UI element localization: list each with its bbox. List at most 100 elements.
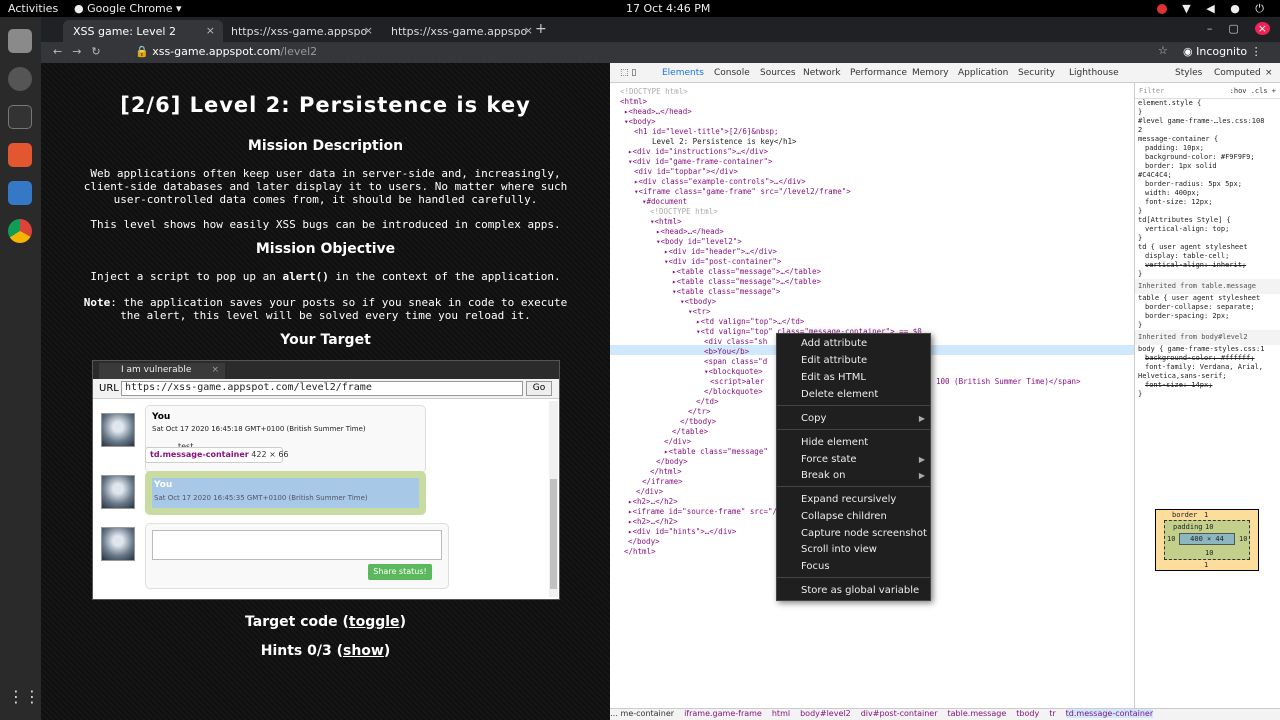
app-grid-icon[interactable]: ⋮⋮ [8, 687, 40, 711]
tab-network[interactable]: Network [803, 68, 841, 78]
dom-node[interactable]: ▸<div id="hints">…</div> [628, 527, 736, 537]
screenshot-icon[interactable] [8, 181, 32, 205]
dom-node[interactable]: </iframe> [642, 477, 683, 487]
nav-buttons[interactable]: ←→↻ [53, 45, 111, 58]
dom-node[interactable]: <!DOCTYPE html> [620, 87, 688, 97]
frame-scrollbar[interactable] [549, 401, 558, 597]
close-icon[interactable]: × [206, 24, 215, 37]
dom-node[interactable]: ▾<table class="message"> [672, 287, 780, 297]
filter-input[interactable]: Filter [1139, 87, 1164, 95]
dom-node[interactable]: </html> [650, 467, 682, 477]
style-line[interactable]: width: 400px; [1135, 189, 1280, 198]
style-line[interactable]: vertical-align: top; [1135, 225, 1280, 234]
clock[interactable]: 17 Oct 4:46 PM [626, 2, 710, 15]
dom-node[interactable]: ▸<head>…</head> [656, 227, 724, 237]
go-button[interactable]: Go [526, 381, 552, 396]
style-line[interactable]: display: table-cell; [1135, 252, 1280, 261]
style-line[interactable]: table { user agent stylesheet [1135, 294, 1280, 303]
tab-lighthouse[interactable]: Lighthouse [1069, 68, 1119, 78]
share-status-button[interactable]: Share status! [368, 564, 432, 580]
dom-node[interactable]: <div id="topbar"></div> [634, 167, 738, 177]
style-line[interactable]: message-container { [1135, 135, 1280, 144]
dom-node[interactable]: ▸<h2>…</h2> [628, 517, 678, 527]
dom-node[interactable]: Level 2: Persistence is key</h1> [652, 137, 797, 147]
dom-node[interactable]: ▸<iframe id="source-frame" src="/ [628, 507, 777, 517]
menu-item-store-as-global-variable[interactable]: Store as global variable [801, 585, 919, 596]
show-hints-link[interactable]: show [343, 643, 384, 659]
dom-node[interactable]: ▸<table class="message">…</table> [672, 277, 821, 287]
close-icon[interactable]: × [524, 24, 533, 37]
toggle-link[interactable]: toggle [349, 614, 400, 630]
menu-item-capture-node-screenshot[interactable]: Capture node screenshot [801, 528, 927, 539]
breadcrumb-item[interactable]: body#level2 [800, 709, 851, 718]
dom-node[interactable]: <span class="d [704, 357, 767, 367]
style-line[interactable]: 2 [1135, 126, 1280, 135]
menu-item-scroll-into-view[interactable]: Scroll into view [801, 544, 877, 555]
menu-item-add-attribute[interactable]: Add attribute [801, 338, 867, 349]
chrome-icon[interactable] [8, 219, 32, 243]
bookmark-star-icon[interactable]: ☆ [1158, 44, 1168, 57]
tab-frame-2[interactable]: https://xss-game.appspo × [381, 20, 541, 42]
tab-sources[interactable]: Sources [760, 68, 796, 78]
dom-node[interactable]: ▾<div id="post-container"> [664, 257, 781, 267]
address-bar[interactable]: 🔒 xss-game.appspot.com/level2 [123, 45, 1163, 61]
dom-node[interactable]: </body> [656, 457, 688, 467]
dom-node[interactable]: <b>You</b> [704, 347, 749, 357]
style-line[interactable]: td[Attributes Style] { [1135, 216, 1280, 225]
breadcrumb-item[interactable]: td.message-container [1065, 709, 1154, 718]
app-menu[interactable]: ● Google Chrome ▾ [74, 2, 182, 15]
style-line[interactable]: border-collapse: separate; [1135, 303, 1280, 312]
menu-item-edit-as-html[interactable]: Edit as HTML [801, 372, 866, 383]
dom-node[interactable]: </body> [628, 537, 660, 547]
menu-item-expand-recursively[interactable]: Expand recursively [801, 494, 896, 505]
dom-node[interactable]: <script>aler [710, 377, 764, 387]
dom-node[interactable]: ▸<td valign="top">…</td> [696, 317, 804, 327]
menu-item-break-on[interactable]: Break on [801, 470, 845, 481]
style-line[interactable]: background-color: #ffffff; [1135, 354, 1280, 363]
style-line[interactable]: border-radius: 5px 5px; [1135, 180, 1280, 189]
style-line[interactable]: padding: 10px; [1135, 144, 1280, 153]
styles-tab[interactable]: Styles [1175, 68, 1202, 78]
tab-frame-1[interactable]: https://xss-game.appspo × [221, 20, 381, 42]
dom-node[interactable]: </div> [636, 487, 663, 497]
window-controls[interactable]: –▢ × [1207, 22, 1270, 35]
style-line[interactable]: Inherited from table.message [1135, 279, 1280, 294]
status-textarea[interactable] [152, 530, 442, 560]
dom-node[interactable]: ▾<blockquote> [704, 367, 763, 377]
style-line[interactable]: } [1135, 234, 1280, 243]
dom-node[interactable]: <h1 id="level-title">[2/6]&nbsp; [634, 127, 779, 137]
menu-item-force-state[interactable]: Force state [801, 454, 857, 465]
dom-node[interactable]: </html> [624, 547, 656, 557]
dom-node[interactable]: ▾<iframe class="game-frame" src="/level2… [634, 187, 851, 197]
style-line[interactable]: Inherited from body#level2 [1135, 330, 1280, 345]
dom-node[interactable]: ▸<table class="message" [664, 447, 768, 457]
hov-cls-buttons[interactable]: :hov .cls + [1230, 87, 1276, 96]
breadcrumb-item[interactable]: tbody [1016, 709, 1039, 718]
style-line[interactable]: #C4C4C4; [1135, 171, 1280, 180]
tab-level2[interactable]: XSS game: Level 2 × [63, 20, 223, 42]
style-line[interactable]: } [1135, 270, 1280, 279]
tab-console[interactable]: Console [714, 68, 750, 78]
dom-node[interactable]: ▾#document [642, 197, 687, 207]
dom-node[interactable]: ▾<html> [650, 217, 682, 227]
system-tray[interactable]: ▼ ◀ ● ⏻ [1182, 2, 1270, 16]
menu-item-delete-element[interactable]: Delete element [801, 389, 878, 400]
dom-node[interactable]: </tbody> [680, 417, 716, 427]
dom-node[interactable]: ▾<div id="game-frame-container"> [628, 157, 773, 167]
style-line[interactable]: border: 1px solid [1135, 162, 1280, 171]
dom-node[interactable]: ▸<head>…</head> [624, 107, 692, 117]
breadcrumb-item[interactable]: iframe.game-frame [684, 709, 762, 718]
tab-performance[interactable]: Performance [850, 68, 907, 78]
dom-node[interactable]: </div> [664, 437, 691, 447]
dom-node[interactable]: <!DOCTYPE html> [650, 207, 718, 217]
breadcrumb-item[interactable]: tr [1049, 709, 1055, 718]
close-icon[interactable]: × [364, 24, 373, 37]
style-line[interactable]: td { user agent stylesheet [1135, 243, 1280, 252]
breadcrumb-item[interactable]: html [772, 709, 790, 718]
style-line[interactable]: } [1135, 207, 1280, 216]
settings-icon[interactable] [8, 67, 32, 91]
style-line[interactable]: font-size: 12px; [1135, 198, 1280, 207]
dom-node[interactable]: ▾<tr> [688, 307, 711, 317]
styles-filter[interactable]: Filter :hov .cls + [1135, 83, 1280, 99]
style-line[interactable]: Helvetica,sans-serif; [1135, 372, 1280, 381]
